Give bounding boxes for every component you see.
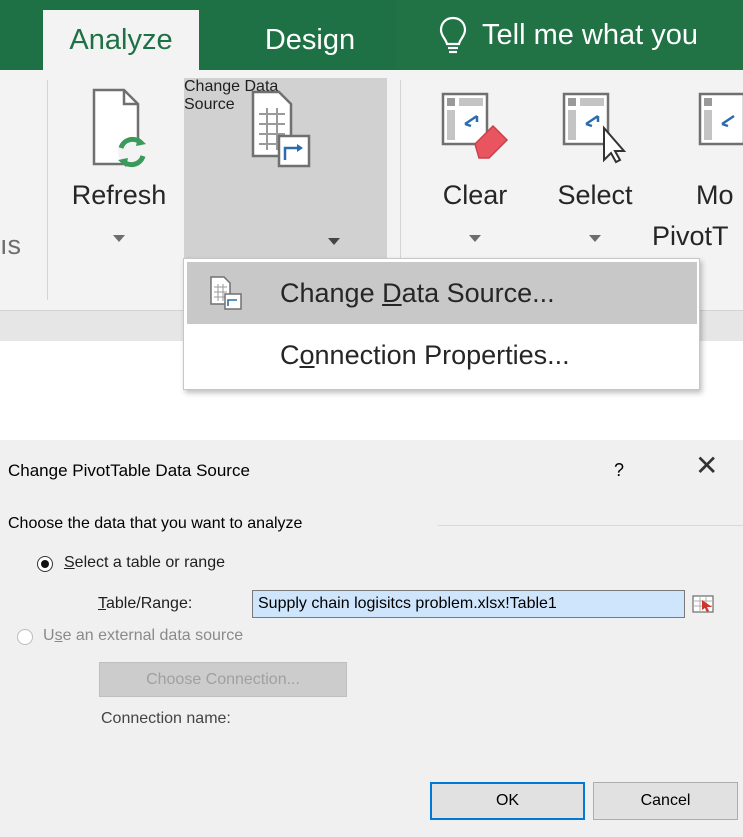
select-icon xyxy=(562,92,627,164)
connection-name-label: Connection name: xyxy=(101,710,231,727)
close-button[interactable]: ✕ xyxy=(695,452,718,480)
radio-external-data-source[interactable] xyxy=(17,629,33,645)
option-select-table-label[interactable]: Select a table or range xyxy=(64,554,225,572)
chevron-down-icon xyxy=(328,238,340,245)
help-button[interactable]: ? xyxy=(614,460,624,481)
move-label: Mo xyxy=(696,180,734,210)
menu-item-label: Connection Properties... xyxy=(280,339,570,370)
separator xyxy=(47,80,48,300)
radio-select-table-or-range[interactable] xyxy=(37,556,53,572)
section-legend: Choose the data that you want to analyze xyxy=(8,515,303,532)
tab-design[interactable]: Design xyxy=(245,10,375,70)
option-external-source-label[interactable]: Use an external data source xyxy=(43,627,243,645)
change-data-source-icon xyxy=(251,90,311,168)
divider xyxy=(438,525,743,526)
tab-analyze[interactable]: Analyze xyxy=(43,10,199,70)
change-data-source-menu: Change Data Source... Connection Propert… xyxy=(183,258,700,390)
tell-me-text: Tell me what you xyxy=(482,18,698,51)
chevron-down-icon xyxy=(589,235,601,242)
move-pivottable-icon xyxy=(698,92,743,146)
chevron-down-icon xyxy=(113,235,125,242)
menu-item-connection-properties[interactable]: Connection Properties... xyxy=(187,324,697,386)
lightbulb-icon xyxy=(439,16,467,54)
range-picker-icon[interactable] xyxy=(690,591,716,617)
ok-button[interactable]: OK xyxy=(430,782,585,820)
refresh-icon xyxy=(92,88,146,168)
clear-label: Clear xyxy=(442,180,508,210)
select-button[interactable]: Select xyxy=(540,78,650,278)
change-data-source-icon xyxy=(210,276,242,310)
dialog-title: Change PivotTable Data Source xyxy=(8,461,250,480)
chevron-down-icon xyxy=(469,235,481,242)
pivottable-label: PivotT xyxy=(652,221,729,251)
move-pivottable-button[interactable]: Mo PivotT xyxy=(650,78,743,278)
clear-button[interactable]: Clear xyxy=(425,78,525,278)
menu-item-change-data-source[interactable]: Change Data Source... xyxy=(187,262,697,324)
change-data-source-button[interactable]: Change Data Source xyxy=(184,78,387,266)
select-label: Select xyxy=(557,180,633,210)
clear-icon xyxy=(441,92,509,159)
table-range-input[interactable]: Supply chain logisitcs problem.xlsx!Tabl… xyxy=(252,590,685,618)
choose-connection-button[interactable]: Choose Connection... xyxy=(99,662,347,697)
tell-me-box[interactable]: Tell me what you xyxy=(396,0,743,70)
cancel-button[interactable]: Cancel xyxy=(593,782,738,820)
source-label: Source xyxy=(184,96,235,113)
table-range-label: Table/Range: xyxy=(98,595,193,612)
refresh-button[interactable]: Refresh xyxy=(58,78,178,288)
refresh-label: Refresh xyxy=(71,180,167,210)
group-fragment-label: ıs xyxy=(0,230,22,260)
change-pivottable-data-source-dialog: Change PivotTable Data Source ? ✕ Choose… xyxy=(0,440,743,837)
menu-item-label: Change Data Source... xyxy=(280,277,555,308)
